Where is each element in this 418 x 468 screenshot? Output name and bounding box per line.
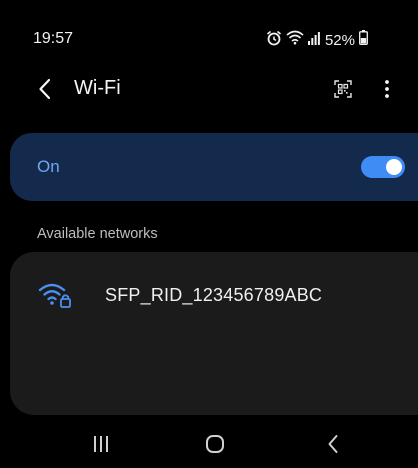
page-title: Wi-Fi [74,77,121,99]
navigation-bar [0,418,418,468]
recent-apps-icon [94,436,108,452]
qr-code-icon [334,80,352,98]
networks-list: SFP_RID_123456789ABC [10,252,418,415]
network-item[interactable]: SFP_RID_123456789ABC [10,270,418,322]
app-bar: Wi-Fi [0,68,418,112]
home-icon [206,435,224,453]
battery-percent: 52% [324,31,355,49]
more-options-button[interactable] [376,76,398,102]
back-icon [328,435,338,453]
recent-apps-button[interactable] [86,430,116,458]
wifi-settings-screen: 19:57 52% Wi-Fi On Available networks SF… [0,0,418,468]
back-button[interactable] [34,76,56,102]
status-icons: 52% [266,30,368,50]
nav-back-button[interactable] [318,430,348,458]
wifi-switch[interactable] [361,156,405,178]
status-time: 19:57 [33,30,74,47]
home-button[interactable] [200,430,230,458]
alarm-icon [266,30,282,51]
wifi-toggle-row[interactable]: On [10,133,418,201]
wifi-locked-icon [38,283,71,308]
battery-icon [359,30,368,50]
wifi-icon [286,30,304,50]
more-vertical-icon [385,80,389,98]
back-arrow-icon [39,78,51,100]
qr-code-button[interactable] [332,77,354,101]
wifi-toggle-label: On [37,157,60,176]
status-bar: 19:57 52% [0,0,418,64]
signal-icon [307,31,320,50]
switch-knob [386,159,402,175]
available-networks-header: Available networks [37,226,158,242]
network-name: SFP_RID_123456789ABC [105,285,323,305]
